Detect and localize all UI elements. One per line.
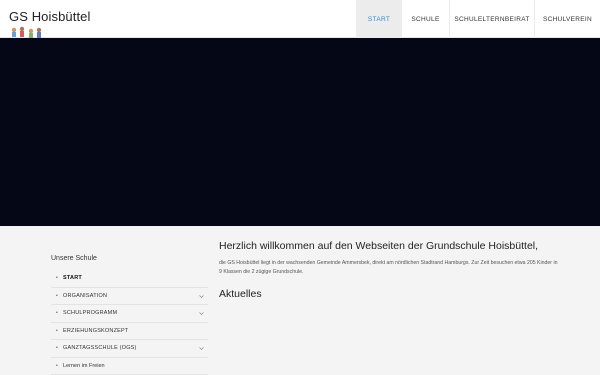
sidebar-item-label: ORGANISATION <box>63 292 108 299</box>
sidebar-title: Unsere Schule <box>51 255 97 262</box>
sidebar-item-label: ERZIEHUNGSKONZEPT <box>63 327 129 334</box>
bullet-icon: • <box>56 292 58 299</box>
site-header: GS Hoisbüttel START SCHULE SCHULELTERNBE… <box>0 0 600 38</box>
sidebar-item-label: START <box>63 275 82 282</box>
main-content: Herzlich willkommen auf den Webseiten de… <box>219 240 589 300</box>
bullet-icon: • <box>56 275 58 282</box>
news-heading: Aktuelles <box>219 288 262 300</box>
nav-schulverein[interactable]: SCHULVEREIN <box>534 0 600 38</box>
sidebar-item-label: Lernen im Freien <box>63 362 105 369</box>
sidebar-item-start[interactable]: • START <box>51 270 208 288</box>
content-area: Unsere Schule • START • ORGANISATION • S… <box>0 226 600 375</box>
hero-banner <box>0 38 600 226</box>
sidebar-menu: Unsere Schule • START • ORGANISATION • S… <box>51 255 208 375</box>
intro-paragraph: die GS Hoisbüttel liegt in der wachsende… <box>219 260 558 275</box>
sidebar-item-erziehungskonzept[interactable]: • ERZIEHUNGSKONZEPT <box>51 323 208 340</box>
bullet-icon: • <box>56 310 58 317</box>
sidebar-item-label: SCHULPROGRAMM <box>63 310 118 317</box>
nav-start[interactable]: START <box>356 0 401 38</box>
chevron-down-icon[interactable] <box>199 311 204 316</box>
bullet-icon: • <box>56 345 58 352</box>
chevron-down-icon[interactable] <box>199 346 204 351</box>
bullet-icon: • <box>56 362 58 369</box>
main-nav: START SCHULE SCHULELTERNBEIRAT SCHULVERE… <box>356 0 600 38</box>
bullet-icon: • <box>56 327 58 334</box>
sidebar-item-schulprogramm[interactable]: • SCHULPROGRAMM <box>51 305 208 323</box>
welcome-heading: Herzlich willkommen auf den Webseiten de… <box>219 240 539 252</box>
sidebar-item-ganztagsschule[interactable]: • GANZTAGSSCHULE (OGS) <box>51 340 208 358</box>
sidebar-item-label: GANZTAGSSCHULE (OGS) <box>63 345 137 352</box>
nav-schulelternbeirat[interactable]: SCHULELTERNBEIRAT <box>449 0 534 38</box>
chevron-down-icon[interactable] <box>199 294 204 299</box>
sidebar-item-organisation[interactable]: • ORGANISATION <box>51 288 208 305</box>
site-title[interactable]: GS Hoisbüttel <box>9 9 91 24</box>
sidebar-item-lernen-im-freien[interactable]: • Lernen im Freien <box>51 358 208 375</box>
nav-schule[interactable]: SCHULE <box>401 0 449 38</box>
